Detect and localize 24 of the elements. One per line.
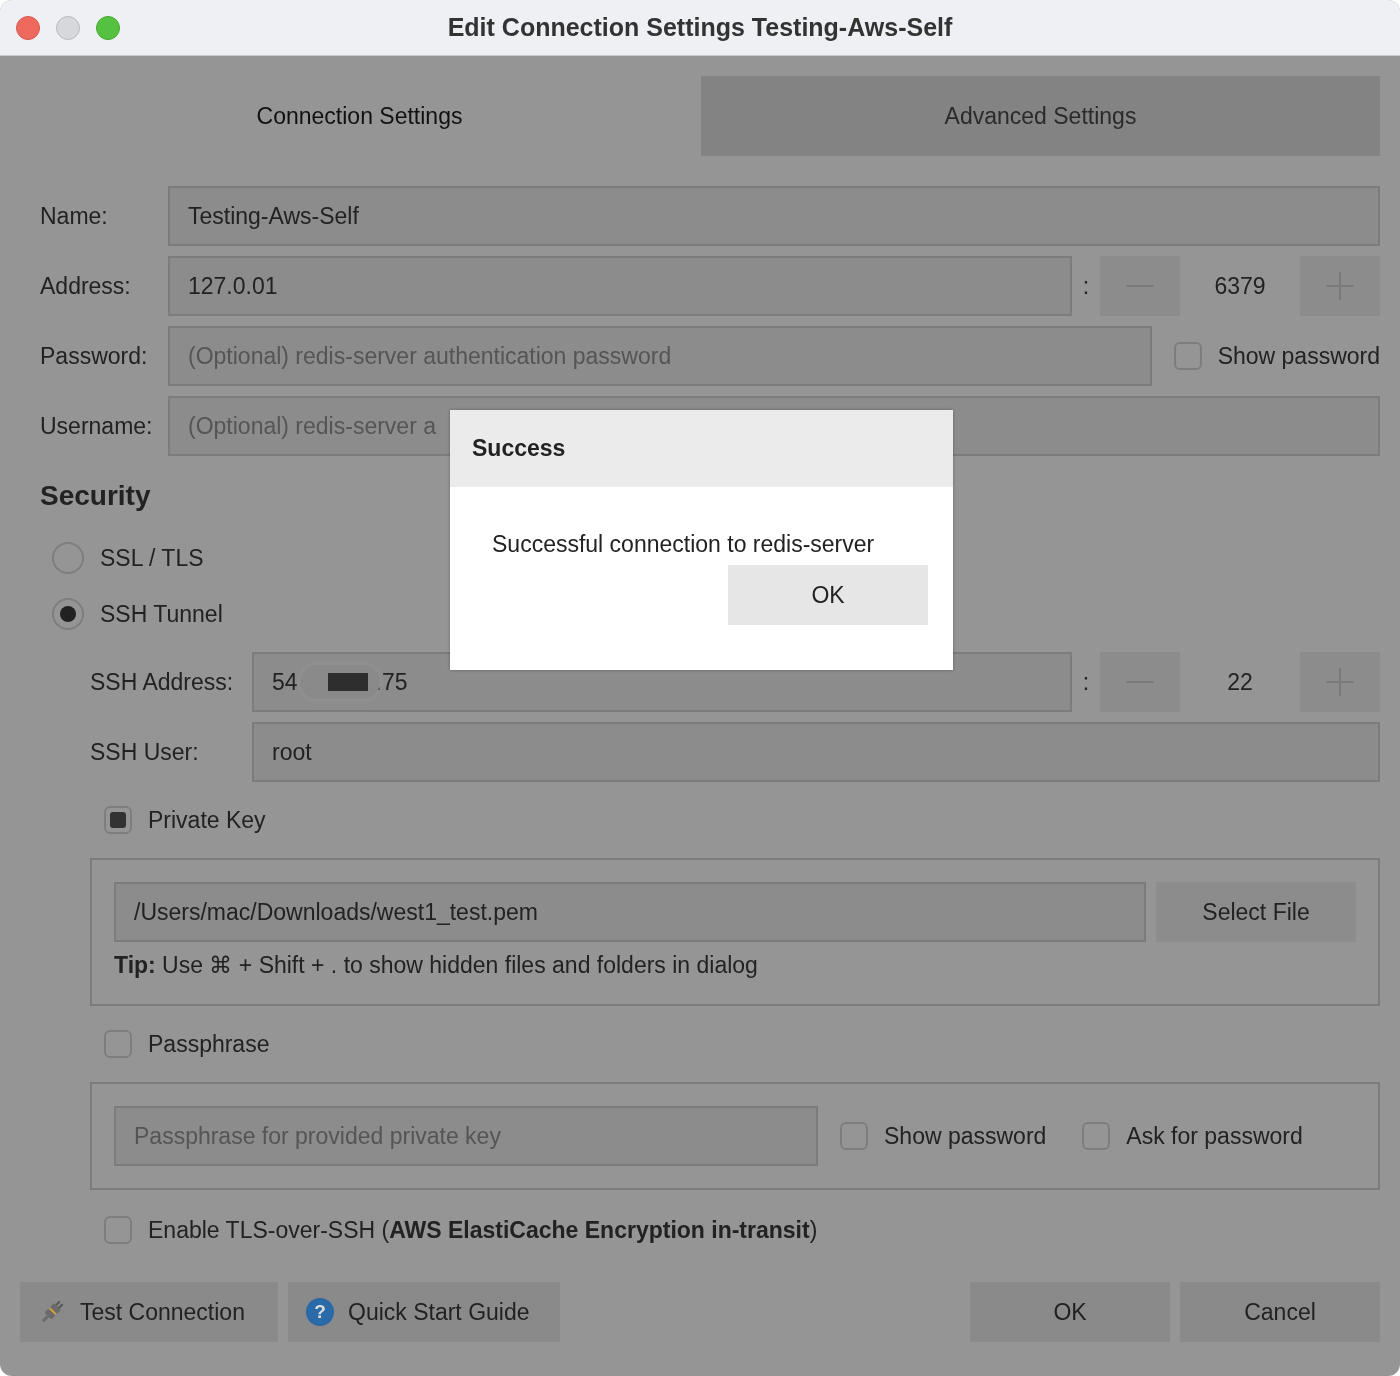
checkbox-label: Show password	[1217, 342, 1380, 370]
dialog-message: Successful connection to redis-server	[491, 530, 876, 559]
radio-label: SSH Tunnel	[100, 600, 223, 628]
tip-text: Tip: Use ⌘ + Shift + . to show hidden files and folders in dialog	[114, 952, 759, 979]
separator-text: :	[1081, 272, 1091, 300]
radio-label: SSL / TLS	[100, 544, 204, 572]
help-icon: ?	[306, 1298, 334, 1326]
separator-text: :	[1081, 668, 1091, 696]
checkbox-label: Ask for password	[1126, 1122, 1303, 1150]
field-label: Address:	[40, 272, 132, 300]
checkbox-label: Enable TLS-over-SSH (AWS ElastiCache Encryption in-transit)	[148, 1216, 818, 1244]
field-label: Username:	[40, 412, 154, 440]
field-label: Password:	[40, 342, 149, 370]
field-label: Name:	[40, 202, 109, 230]
address-text: 54	[272, 668, 298, 696]
checkbox-label: Show password	[884, 1122, 1047, 1150]
checkbox-label: Private Key	[148, 806, 266, 834]
section-heading: Security	[40, 480, 152, 513]
address-text: .75	[375, 668, 408, 696]
field-label: SSH Address:	[90, 668, 235, 696]
field-label: SSH User:	[90, 738, 200, 766]
window-title: Edit Connection Settings Testing-Aws-Self	[447, 13, 953, 42]
dialog-title: Success	[472, 435, 566, 462]
checkbox-label: Passphrase	[148, 1030, 270, 1058]
